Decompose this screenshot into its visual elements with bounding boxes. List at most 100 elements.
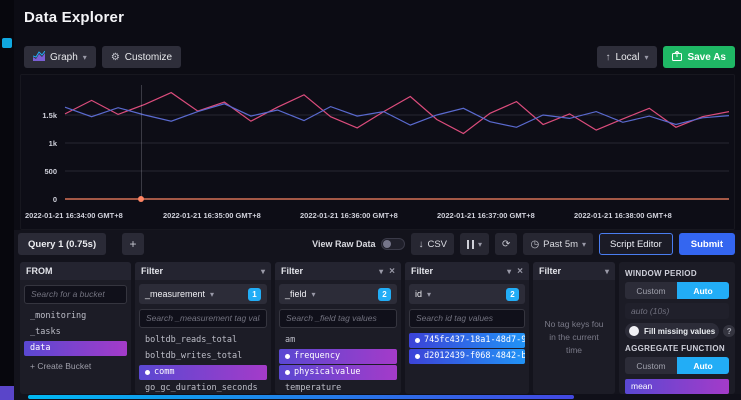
save-as-button[interactable]: Save As [663,46,735,68]
close-icon[interactable]: × [517,266,523,277]
chart-panel[interactable]: 1.5k 1k 500 0 2022-01-21 16:34:00 GMT+8 … [20,74,735,230]
empty-filter-panel: Filter ▾ No tag keys fou in the current … [533,262,615,394]
download-icon: ↓ [418,239,423,250]
aggregate-auto-button[interactable]: Auto [677,357,729,374]
filter-panel-header: Filter ▾ × [275,262,401,280]
chevron-down-icon: ▾ [644,53,648,62]
bucket-item-selected[interactable]: data [24,341,127,356]
add-query-button[interactable]: + [122,233,144,255]
window-period-value[interactable]: auto (10s) [625,303,729,319]
toggle-knob [629,326,639,336]
x-axis-tick: 2022-01-21 16:34:00 GMT+8 [25,211,123,220]
measurement-filter-panel: Filter ▾ _measurement ▾ 1 boltdb_reads_t… [135,262,271,394]
upload-icon: ↑ [606,52,611,63]
tag-key-dropdown[interactable]: _measurement ▾ 1 [139,284,267,304]
field-search-input[interactable] [279,309,397,328]
query-builder-section: Query 1 (0.75s) + View Raw Data ↓ CSV ▾ … [14,230,741,400]
x-axis-tick: 2022-01-21 16:35:00 GMT+8 [163,211,261,220]
help-question-icon[interactable]: ? [723,325,735,337]
query-tab[interactable]: Query 1 (0.75s) [18,233,106,255]
page-title: Data Explorer [24,9,124,26]
measurement-search-input[interactable] [139,309,267,328]
fill-missing-values-toggle[interactable]: Fill missing values [625,323,719,339]
save-as-label: Save As [687,52,726,63]
horizontal-scrollbar[interactable] [28,394,741,400]
script-editor-button[interactable]: Script Editor [599,233,673,255]
customize-label: Customize [125,52,172,63]
tag-key-dropdown[interactable]: _field ▾ 2 [279,284,397,304]
selected-count-badge: 1 [248,288,261,301]
line-chart[interactable] [21,81,736,213]
id-list: 745fc437-18a1-48d7-98a6-7… d2012439-f068… [409,332,525,365]
x-axis-tick: 2022-01-21 16:36:00 GMT+8 [300,211,398,220]
customize-button[interactable]: ⚙ Customize [102,46,181,68]
chart-crosshair [141,85,142,199]
chevron-down-icon[interactable]: ▾ [507,267,511,276]
chevron-down-icon: ▾ [582,240,586,249]
csv-download-button[interactable]: ↓ CSV [411,233,454,255]
tag-value-item-selected[interactable]: frequency [279,349,397,364]
pause-icon [467,240,474,249]
tag-value-item-selected[interactable]: comm [139,365,267,380]
chevron-down-icon: ▾ [478,240,482,249]
window-custom-button[interactable]: Custom [625,282,677,299]
pause-button[interactable]: ▾ [460,233,489,255]
filter-panel-title: Filter [141,266,163,276]
view-type-label: Graph [50,52,78,63]
tag-value-item[interactable]: temperature [279,381,397,395]
window-auto-button[interactable]: Auto [677,282,729,299]
tag-value-item-selected[interactable]: 745fc437-18a1-48d7-98a6-7… [409,333,525,348]
time-range-label: Past 5m [543,239,578,250]
selected-dot-icon [415,354,420,359]
selected-dot-icon [285,354,290,359]
bucket-item[interactable]: _tasks [24,325,127,340]
user-avatar[interactable] [0,386,14,400]
scope-label: Local [616,52,640,63]
view-raw-data-toggle[interactable] [381,238,405,250]
chevron-down-icon: ▾ [210,290,214,299]
scope-dropdown[interactable]: ↑ Local ▾ [597,46,658,68]
tag-key-label: _field [285,289,307,299]
clock-icon: ◷ [530,239,539,250]
toggle-knob [383,240,391,248]
bucket-item[interactable]: _monitoring [24,309,127,324]
query-controls: View Raw Data ↓ CSV ▾ ⟳ ◷ Past 5m ▾ Scri… [312,233,735,255]
tag-value-item-selected[interactable]: physicalvalue [279,365,397,380]
save-toolbar: ↑ Local ▾ Save As [597,46,735,68]
bucket-search-input[interactable] [24,285,127,304]
from-panel-header: FROM [20,262,131,280]
chevron-down-icon: ▾ [427,290,431,299]
aggregate-segmented: Custom Auto [625,357,729,374]
aggregate-function-item-selected[interactable]: mean [625,379,729,394]
tag-value-item[interactable]: boltdb_writes_total [139,349,267,364]
aggregate-custom-button[interactable]: Custom [625,357,677,374]
tag-value-item-selected[interactable]: d2012439-f068-4842-bfef-8… [409,349,525,364]
x-axis-tick: 2022-01-21 16:37:00 GMT+8 [437,211,535,220]
tag-value-item[interactable]: am [279,333,397,348]
create-bucket-link[interactable]: + Create Bucket [24,359,127,374]
from-panel-title: FROM [26,266,53,276]
close-icon[interactable]: × [389,266,395,277]
id-search-input[interactable] [409,309,525,328]
chevron-down-icon[interactable]: ▾ [261,267,265,276]
chevron-down-icon: ▾ [83,53,87,62]
scrollbar-thumb[interactable] [28,395,574,399]
chevron-down-icon: ▾ [312,290,316,299]
chart-hover-dot [138,196,144,202]
submit-button[interactable]: Submit [679,233,735,255]
filter-panel-title: Filter [539,266,561,276]
bucket-list: _monitoring _tasks data [24,308,127,357]
time-range-dropdown[interactable]: ◷ Past 5m ▾ [523,233,593,255]
selected-count-badge: 2 [506,288,519,301]
tag-value-item[interactable]: go_gc_duration_seconds [139,381,267,395]
view-type-dropdown[interactable]: Graph ▾ [24,46,96,68]
refresh-button[interactable]: ⟳ [495,233,517,255]
app-logo-icon[interactable] [2,38,12,48]
tag-key-dropdown[interactable]: id ▾ 2 [409,284,525,304]
chevron-down-icon[interactable]: ▾ [605,267,609,276]
fill-missing-values-label: Fill missing values [644,327,715,336]
aggregate-function-list: mean median last [625,378,729,394]
chevron-down-icon[interactable]: ▾ [379,267,383,276]
x-axis: 2022-01-21 16:34:00 GMT+8 2022-01-21 16:… [21,211,736,223]
tag-value-item[interactable]: boltdb_reads_total [139,333,267,348]
